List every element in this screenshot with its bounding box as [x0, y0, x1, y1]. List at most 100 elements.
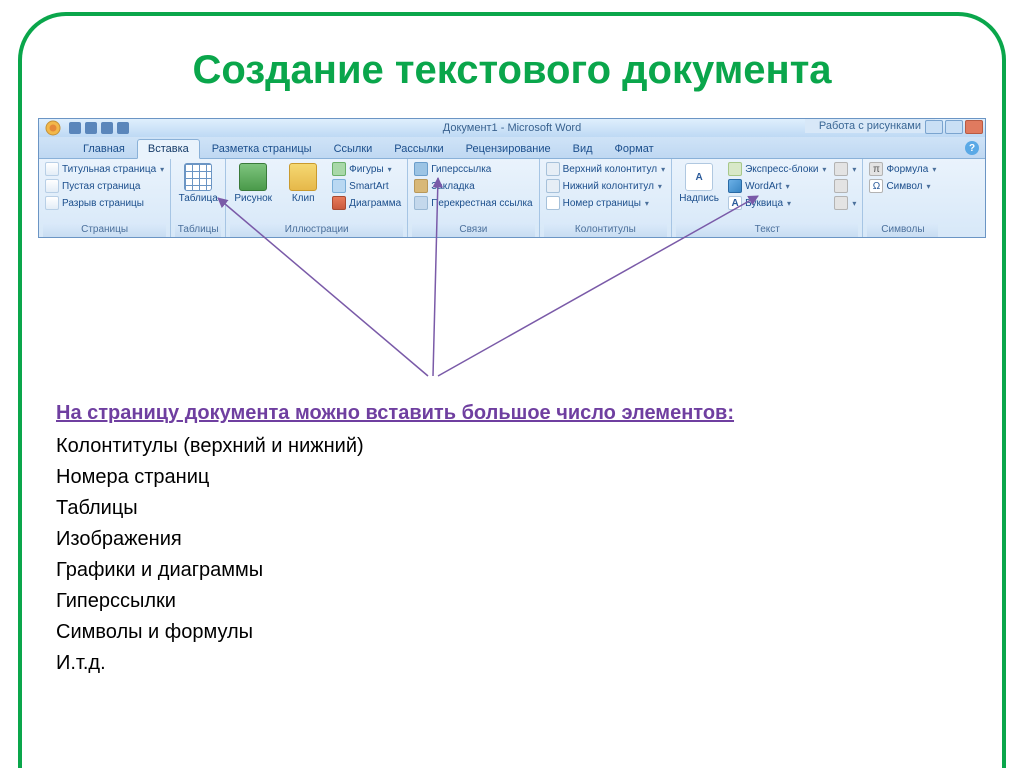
equation-button[interactable]: πФормула ▾	[867, 161, 938, 177]
wordart-button[interactable]: WordArt ▾	[726, 178, 828, 194]
smartart-label: SmartArt	[349, 181, 388, 192]
word-ribbon-screenshot: Документ1 - Microsoft Word Работа с рису…	[38, 118, 986, 238]
table-button[interactable]: Таблица	[175, 161, 221, 223]
footer-label: Нижний колонтитул	[563, 181, 654, 192]
drop-cap-button[interactable]: AБуквица▾	[726, 195, 828, 211]
chevron-down-icon: ▾	[932, 165, 936, 174]
hyperlink-button[interactable]: Гиперссылка	[412, 161, 534, 177]
group-pages-label: Страницы	[43, 223, 166, 237]
tab-insert[interactable]: Вставка	[137, 139, 200, 159]
chevron-down-icon: ▾	[787, 199, 791, 208]
group-pages: Титульная страница ▾ Пустая страница Разр…	[39, 159, 171, 237]
group-tables: Таблица Таблицы	[171, 159, 226, 237]
group-tables-label: Таблицы	[175, 223, 221, 237]
page-break-icon	[45, 196, 59, 210]
blank-page-label: Пустая страница	[62, 181, 140, 192]
close-button[interactable]	[965, 120, 983, 134]
picture-button[interactable]: Рисунок	[230, 161, 276, 223]
symbol-label: Символ	[886, 181, 922, 192]
list-item: Изображения	[56, 524, 956, 555]
list-item: Таблицы	[56, 493, 956, 524]
header-label: Верхний колонтитул	[563, 164, 658, 175]
drop-cap-label: Буквица	[745, 198, 783, 209]
page-number-icon	[546, 196, 560, 210]
list-item: Символы и формулы	[56, 617, 956, 648]
header-icon	[546, 162, 560, 176]
list-item: Номера страниц	[56, 462, 956, 493]
tab-page-layout[interactable]: Разметка страницы	[202, 140, 322, 158]
clip-icon	[289, 163, 317, 191]
tab-format[interactable]: Формат	[605, 140, 664, 158]
textbox-label: Надпись	[679, 193, 719, 204]
smartart-icon	[332, 179, 346, 193]
clip-button[interactable]: Клип	[280, 161, 326, 223]
signature-icon	[834, 162, 848, 176]
group-symbols-label: Символы	[867, 223, 938, 237]
quick-parts-button[interactable]: Экспресс-блоки▾	[726, 161, 828, 177]
page-number-button[interactable]: Номер страницы▾	[544, 195, 668, 211]
header-button[interactable]: Верхний колонтитул▾	[544, 161, 668, 177]
maximize-button[interactable]	[945, 120, 963, 134]
equation-label: Формула	[886, 164, 928, 175]
picture-icon	[239, 163, 267, 191]
table-label: Таблица	[179, 193, 218, 204]
help-icon[interactable]: ?	[965, 141, 979, 155]
group-links: Гиперссылка Закладка Перекрестная ссылка…	[408, 159, 539, 237]
chevron-down-icon: ▾	[160, 165, 164, 174]
list-item: Графики и диаграммы	[56, 555, 956, 586]
clip-label: Клип	[292, 193, 315, 204]
cover-page-label: Титульная страница	[62, 164, 156, 175]
cross-ref-button[interactable]: Перекрестная ссылка	[412, 195, 534, 211]
textbox-button[interactable]: A Надпись	[676, 161, 722, 223]
footer-button[interactable]: Нижний колонтитул ▾	[544, 178, 668, 194]
group-header-footer: Верхний колонтитул▾ Нижний колонтитул ▾ Н…	[540, 159, 673, 237]
bookmark-icon	[414, 179, 428, 193]
cross-ref-icon	[414, 196, 428, 210]
chevron-down-icon: ▾	[927, 182, 931, 191]
chevron-down-icon: ▾	[852, 199, 856, 208]
blank-page-button[interactable]: Пустая страница	[43, 178, 166, 194]
group-links-label: Связи	[412, 223, 534, 237]
chart-icon	[332, 196, 346, 210]
titlebar: Документ1 - Microsoft Word Работа с рису…	[39, 119, 985, 137]
group-illustrations: Рисунок Клип Фигуры▾ SmartArt Диаграмма …	[226, 159, 408, 237]
chart-button[interactable]: Диаграмма	[330, 195, 403, 211]
symbol-icon: Ω	[869, 179, 883, 193]
signature-line-button[interactable]: ▾	[832, 161, 858, 177]
group-text-label: Текст	[676, 223, 858, 237]
cover-page-button[interactable]: Титульная страница ▾	[43, 161, 166, 177]
chevron-down-icon: ▾	[658, 182, 662, 191]
object-button[interactable]: ▾	[832, 195, 858, 211]
tab-references[interactable]: Ссылки	[324, 140, 383, 158]
quick-parts-icon	[728, 162, 742, 176]
tab-home[interactable]: Главная	[73, 140, 135, 158]
contextual-tab-label: Работа с рисунками	[805, 119, 935, 133]
equation-icon: π	[869, 162, 883, 176]
quick-parts-label: Экспресс-блоки	[745, 164, 818, 175]
textbox-icon: A	[685, 163, 713, 191]
cross-ref-label: Перекрестная ссылка	[431, 198, 532, 209]
slide-title: Создание текстового документа	[0, 48, 1024, 93]
minimize-button[interactable]	[925, 120, 943, 134]
tab-review[interactable]: Рецензирование	[456, 140, 561, 158]
shapes-button[interactable]: Фигуры▾	[330, 161, 403, 177]
smartart-button[interactable]: SmartArt	[330, 178, 403, 194]
date-time-button[interactable]	[832, 178, 858, 194]
tab-mailings[interactable]: Рассылки	[384, 140, 453, 158]
cover-page-icon	[45, 162, 59, 176]
chevron-down-icon: ▾	[388, 165, 392, 174]
wordart-label: WordArt	[745, 181, 782, 192]
hyperlink-icon	[414, 162, 428, 176]
hyperlink-label: Гиперссылка	[431, 164, 491, 175]
page-break-button[interactable]: Разрыв страницы	[43, 195, 166, 211]
group-symbols: πФормула ▾ ΩСимвол ▾ Символы	[863, 159, 942, 237]
bookmark-label: Закладка	[431, 181, 474, 192]
symbol-button[interactable]: ΩСимвол ▾	[867, 178, 938, 194]
chevron-down-icon: ▾	[661, 165, 665, 174]
bookmark-button[interactable]: Закладка	[412, 178, 534, 194]
chevron-down-icon: ▾	[786, 182, 790, 191]
tab-view[interactable]: Вид	[563, 140, 603, 158]
table-icon	[184, 163, 212, 191]
object-icon	[834, 196, 848, 210]
blank-page-icon	[45, 179, 59, 193]
